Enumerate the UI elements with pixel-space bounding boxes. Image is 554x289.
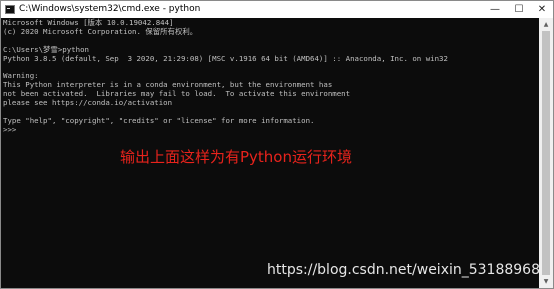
annotation-text: 输出上面这样为有Python运行环境 <box>120 148 352 166</box>
watermark-text: https://blog.csdn.net/weixin_53188968 <box>266 262 540 278</box>
vertical-scrollbar[interactable]: ▲ ▼ <box>539 18 553 288</box>
cmd-app-icon <box>5 5 15 14</box>
console-line: please see https://conda.io/activation <box>3 98 173 108</box>
console-line: Python 3.8.5 (default, Sep 3 2020, 21:29… <box>3 53 448 63</box>
console-line: (c) 2020 Microsoft Corporation. 保留所有权利。 <box>3 26 198 36</box>
scroll-thumb[interactable] <box>542 31 550 275</box>
console-prompt[interactable]: >>> <box>3 125 539 135</box>
cmd-window: C:\Windows\system32\cmd.exe - python — ☐… <box>0 0 554 289</box>
console-line: Type "help", "copyright", "credits" or "… <box>3 115 315 125</box>
scroll-down-icon[interactable]: ▼ <box>539 275 553 288</box>
scroll-track[interactable] <box>539 31 553 275</box>
window-title: C:\Windows\system32\cmd.exe - python <box>19 4 201 14</box>
title-bar[interactable]: C:\Windows\system32\cmd.exe - python — ☐… <box>1 1 553 18</box>
maximize-button[interactable]: ☐ <box>507 1 531 18</box>
close-button[interactable]: ✕ <box>531 1 553 18</box>
window-controls: — ☐ ✕ <box>483 1 553 18</box>
scroll-up-icon[interactable]: ▲ <box>539 18 553 31</box>
minimize-button[interactable]: — <box>483 1 507 18</box>
